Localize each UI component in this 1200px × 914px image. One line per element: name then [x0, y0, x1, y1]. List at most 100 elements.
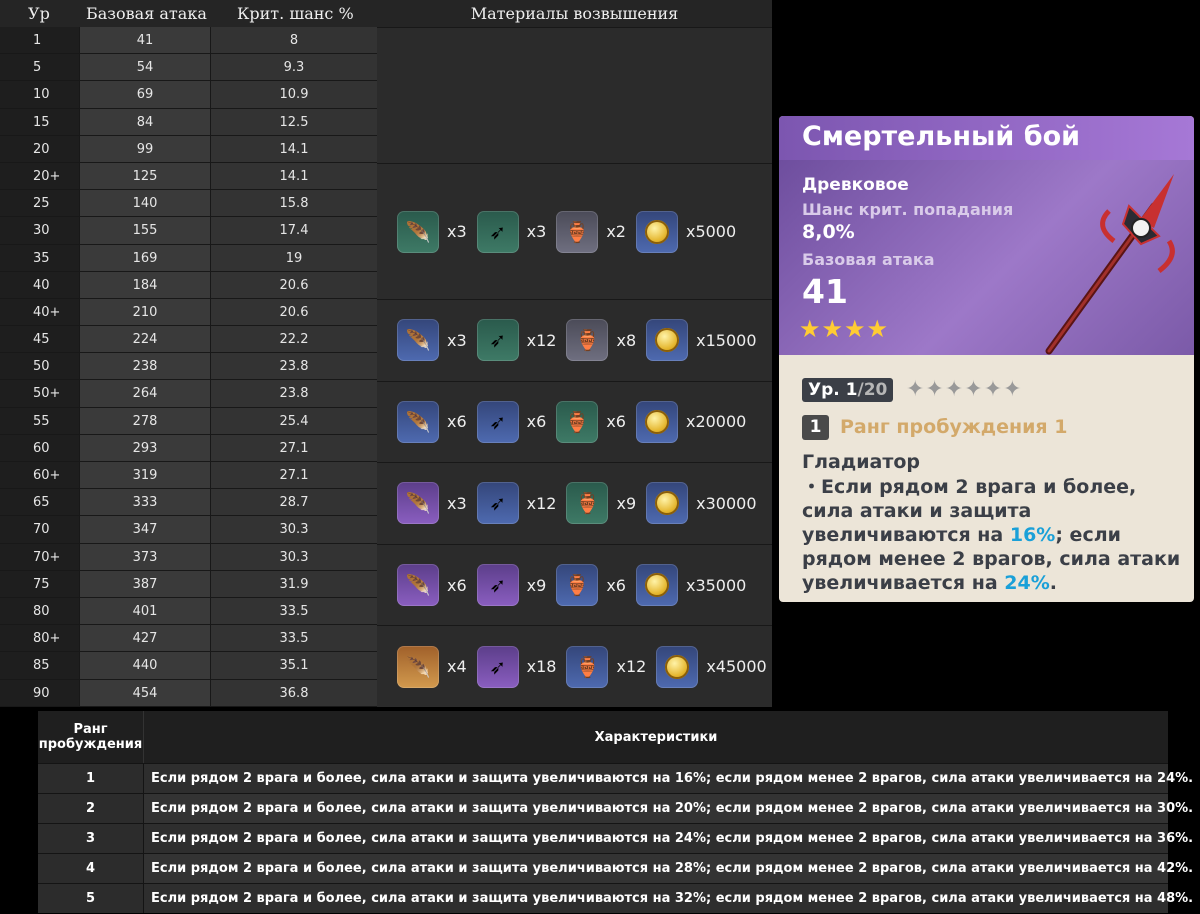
stats-table: Ур Базовая атака Крит. шанс % Материалы …: [0, 0, 772, 707]
material-count: x2: [606, 222, 626, 241]
material-count: x35000: [685, 575, 747, 595]
stats-row: 10 69 10.9: [0, 81, 377, 109]
base-atk-cell: 333: [80, 489, 211, 517]
stats-row: 1 41 8: [0, 27, 377, 55]
material-item: 🪶 x3: [397, 482, 467, 525]
stats-row: 45 224 22.2: [0, 326, 377, 354]
material-count: x5000: [685, 222, 737, 241]
base-atk-cell: 373: [80, 543, 211, 571]
base-atk-cell: 155: [80, 217, 211, 245]
refinement-rank-cell: 3: [38, 823, 144, 853]
crit-rate-cell: 8: [211, 27, 377, 55]
stats-row: 70+ 373 30.3: [0, 543, 377, 571]
base-atk-cell: 440: [80, 652, 211, 680]
mora-coin-icon: [635, 564, 678, 607]
base-atk-cell: 224: [80, 326, 211, 354]
stats-row: 20 99 14.1: [0, 135, 377, 163]
mask-icon: 🏺: [566, 645, 609, 688]
material-item: 🪶 x3: [397, 210, 467, 253]
refinement-description-cell: Если рядом 2 врага и более, сила атаки и…: [144, 883, 1193, 913]
refinement-header-row: Ранг пробуждения Характеристики: [38, 711, 1168, 763]
material-item: 🏺 x6: [556, 564, 626, 607]
crit-rate-cell: 28.7: [211, 489, 377, 517]
crit-rate-value: 8,0%: [802, 221, 855, 243]
level-cell: 5: [0, 54, 80, 82]
material-item: ➶ x12: [476, 482, 556, 525]
crit-rate-cell: 35.1: [211, 652, 377, 680]
mora-coin-icon: [646, 319, 689, 362]
base-atk-cell: 278: [80, 407, 211, 435]
base-atk-cell: 293: [80, 434, 211, 462]
stats-header-row: Ур Базовая атака Крит. шанс % Материалы …: [0, 0, 772, 27]
material-count: x15000: [696, 330, 757, 350]
level-cell: 20+: [0, 162, 80, 191]
material-item: 🪶 x6: [397, 400, 467, 443]
material-count: x3: [447, 493, 467, 513]
material-count: x12: [526, 330, 557, 350]
materials-group: 🪶 x3 ➶ x12 🏺 x8 x15000: [377, 299, 772, 381]
mask-icon: 🏺: [556, 564, 599, 607]
crit-rate-cell: 33.5: [211, 597, 377, 626]
stats-row: 25 140 15.8: [0, 190, 377, 218]
refinement-rank-cell: 2: [38, 793, 144, 823]
stats-row: 40+ 210 20.6: [0, 298, 377, 327]
material-item: ➶ x9: [476, 564, 547, 607]
horn-icon: 🪶: [397, 482, 439, 525]
stats-row: 30 155 17.4: [0, 217, 377, 245]
refinement-rank-label: Ранг пробуждения 1: [840, 416, 1068, 438]
material-count: x18: [526, 657, 557, 677]
material-item: ➶ x3: [476, 210, 547, 253]
stats-row: 80 401 33.5: [0, 597, 377, 626]
horn-icon: 🪶: [397, 645, 439, 688]
material-count: x3: [447, 222, 467, 241]
arrowhead-icon: ➶: [476, 319, 519, 362]
material-item: ➶ x18: [476, 645, 557, 688]
header-base-atk: Базовая атака: [86, 4, 207, 23]
crit-rate-cell: 10.9: [211, 81, 377, 109]
stats-row: 90 454 36.8: [0, 679, 377, 707]
material-item: 🪶 x3: [397, 319, 467, 362]
material-item: x15000: [646, 319, 757, 362]
level-cell: 35: [0, 244, 80, 272]
base-atk-cell: 264: [80, 380, 211, 408]
stats-row: 50 238 23.8: [0, 353, 377, 381]
level-cell: 90: [0, 679, 80, 707]
refinement-rows: 1 Если рядом 2 врага и более, сила атаки …: [38, 763, 1193, 913]
material-count: x9: [526, 575, 547, 595]
weapon-card: Смертельный бой Древковое Шанс крит. поп…: [779, 116, 1194, 602]
mora-coin-icon: [656, 645, 699, 688]
level-cell: 65: [0, 489, 80, 517]
material-count: x30000: [696, 493, 757, 513]
crit-rate-cell: 30.3: [211, 516, 377, 544]
base-atk-cell: 319: [80, 462, 211, 490]
material-count: x6: [447, 412, 467, 432]
material-count: x3: [526, 222, 547, 241]
level-cell: 85: [0, 652, 80, 680]
stats-row: 20+ 125 14.1: [0, 162, 377, 191]
crit-rate-cell: 23.8: [211, 353, 377, 381]
base-atk-value: 41: [802, 272, 848, 311]
material-item: 🏺 x9: [566, 482, 636, 525]
material-item: x35000: [635, 564, 747, 607]
ascension-stars: ✦✦✦✦✦✦: [906, 377, 1023, 402]
crit-rate-cell: 20.6: [211, 271, 377, 299]
crit-rate-cell: 22.2: [211, 326, 377, 354]
level-cell: 60: [0, 434, 80, 462]
arrowhead-icon: ➶: [476, 645, 519, 688]
level-cell: 55: [0, 407, 80, 435]
stats-row: 35 169 19: [0, 244, 377, 272]
material-count: x45000: [706, 657, 767, 677]
stats-row: 65 333 28.7: [0, 489, 377, 517]
refinement-rank-box: 1: [802, 415, 829, 440]
crit-rate-cell: 12.5: [211, 108, 377, 136]
level-cell: 70: [0, 516, 80, 544]
material-item: 🏺 x2: [556, 210, 626, 253]
stats-row: 55 278 25.4: [0, 407, 377, 435]
base-atk-cell: 69: [80, 81, 211, 109]
refinement-table: Ранг пробуждения Характеристики 1 Если ря…: [38, 711, 1193, 913]
passive-highlight: 16%: [1009, 524, 1056, 546]
level-cell: 20: [0, 135, 80, 163]
material-item: x20000: [635, 400, 746, 443]
crit-rate-cell: 27.1: [211, 434, 377, 462]
level-cell: 40: [0, 271, 80, 299]
